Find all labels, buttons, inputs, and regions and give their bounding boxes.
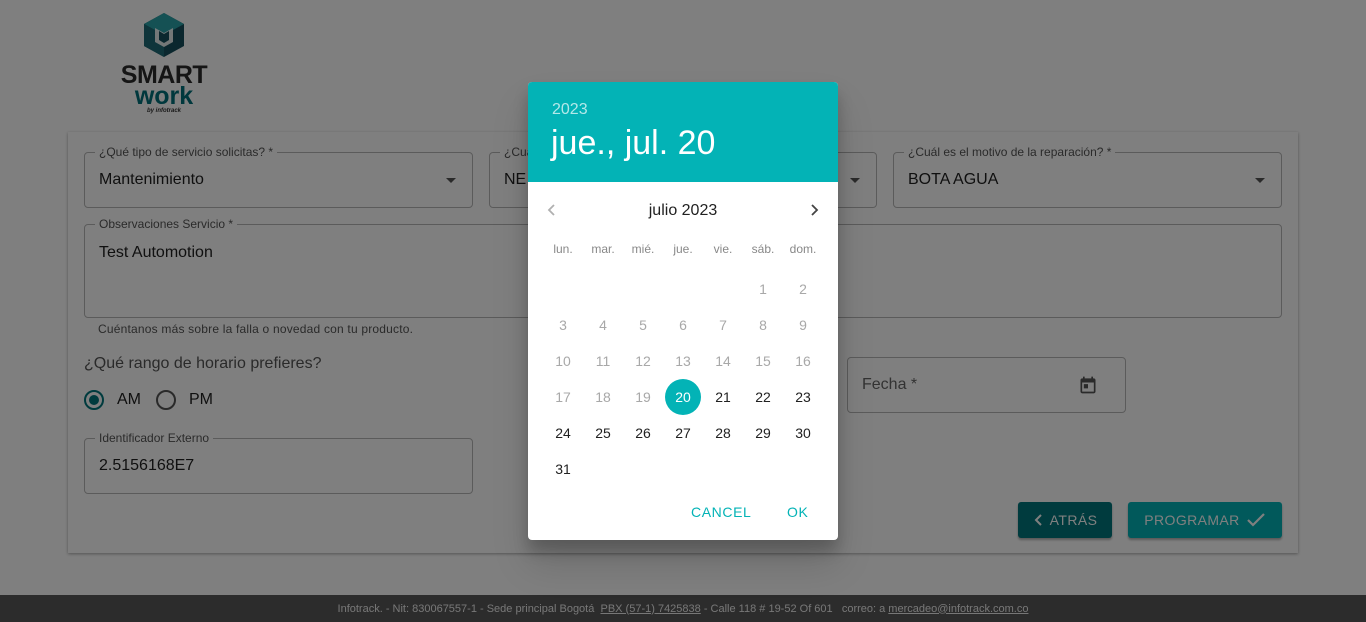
chevron-right-icon[interactable] xyxy=(804,200,824,220)
calendar-day[interactable]: 29 xyxy=(745,415,781,451)
weekday-header: sáb. xyxy=(751,242,775,256)
calendar-day: 7 xyxy=(719,317,727,333)
calendar-day[interactable]: 23 xyxy=(785,379,821,415)
calendar-day: 8 xyxy=(759,317,767,333)
month-navigation: julio 2023 xyxy=(528,192,838,228)
date-picker-dialog: 2023 jue., jul. 20 julio 2023 lun. mar. mi… xyxy=(528,82,838,540)
calendar-day[interactable]: 31 xyxy=(545,451,581,487)
calendar-day-selected[interactable]: 20 xyxy=(665,379,701,415)
calendar-day: 10 xyxy=(555,353,571,369)
weekday-header: vie. xyxy=(713,242,733,256)
calendar-day: 2 xyxy=(799,281,807,297)
calendar-day[interactable]: 28 xyxy=(705,415,741,451)
weekday-header: jue. xyxy=(673,242,693,256)
date-picker-year[interactable]: 2023 xyxy=(552,101,588,119)
calendar-day: 11 xyxy=(595,353,611,369)
month-label: julio 2023 xyxy=(648,202,718,219)
calendar-day[interactable]: 22 xyxy=(745,379,781,415)
weekday-header: lun. xyxy=(553,242,573,256)
cancel-button[interactable]: CANCEL xyxy=(691,504,751,520)
calendar-day: 14 xyxy=(715,353,731,369)
calendar-day[interactable]: 21 xyxy=(705,379,741,415)
date-picker-header: 2023 jue., jul. 20 xyxy=(528,82,838,182)
calendar-day: 18 xyxy=(595,389,611,405)
calendar-day[interactable]: 26 xyxy=(625,415,661,451)
calendar-day: 16 xyxy=(795,353,811,369)
date-picker-selected-date: jue., jul. 20 xyxy=(551,124,716,162)
calendar-day: 5 xyxy=(639,317,647,333)
weekday-header: dom. xyxy=(789,242,817,256)
weekday-header: mar. xyxy=(591,242,615,256)
calendar-day: 1 xyxy=(759,281,767,297)
calendar-day: 12 xyxy=(635,353,651,369)
calendar-day: 3 xyxy=(559,317,567,333)
weekday-header: mié. xyxy=(631,242,655,256)
calendar-day: 15 xyxy=(755,353,771,369)
calendar-day[interactable]: 27 xyxy=(665,415,701,451)
calendar-day: 19 xyxy=(635,389,651,405)
calendar-day: 13 xyxy=(675,353,691,369)
calendar-day: 9 xyxy=(799,317,807,333)
calendar-day: 17 xyxy=(555,389,571,405)
calendar-day[interactable]: 24 xyxy=(545,415,581,451)
calendar-day[interactable]: 25 xyxy=(585,415,621,451)
calendar-day: 4 xyxy=(599,317,607,333)
calendar-day: 6 xyxy=(679,317,687,333)
ok-button[interactable]: OK xyxy=(787,504,808,520)
calendar-day[interactable]: 30 xyxy=(785,415,821,451)
